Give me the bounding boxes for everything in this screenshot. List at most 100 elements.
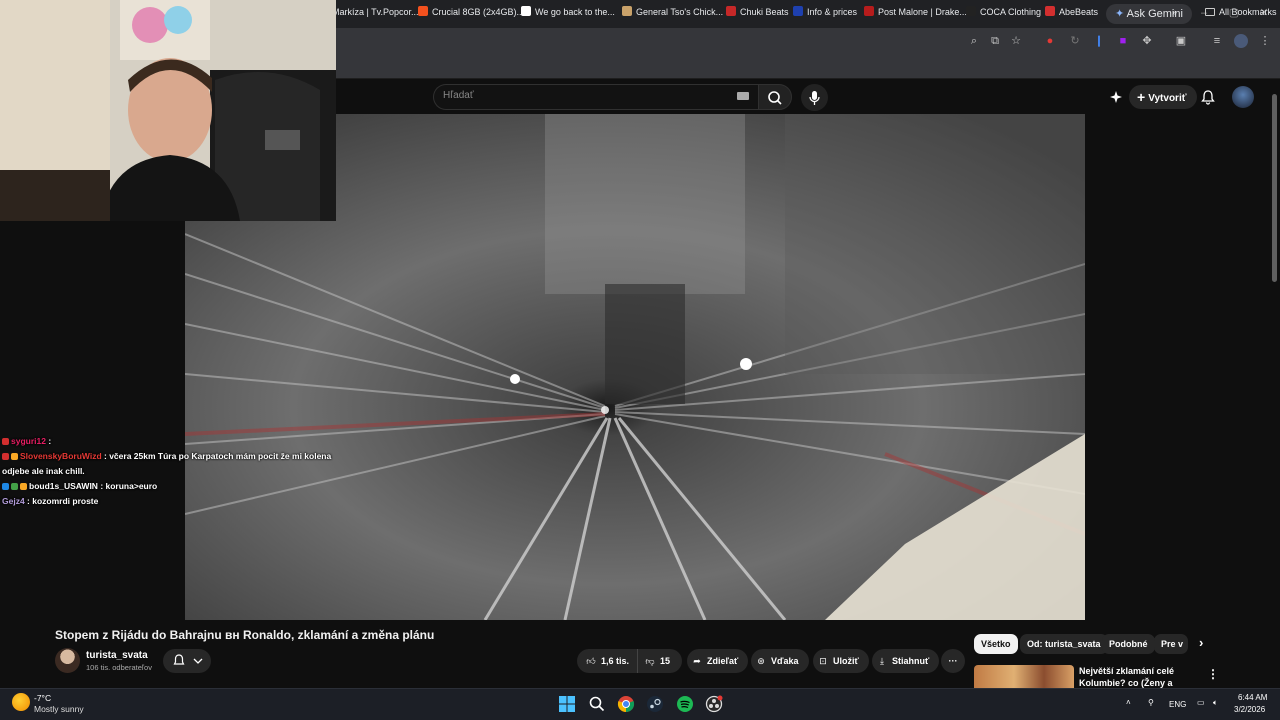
bookmark-favicon-icon <box>1045 6 1055 16</box>
gemini-sparkle-icon: ✦ <box>1115 8 1127 20</box>
sidepanel-icon[interactable]: ▣ <box>1174 34 1188 48</box>
clock-date[interactable]: 3/2/2026 <box>1234 705 1265 714</box>
bookmark-item[interactable]: AbeBeats <box>1045 5 1098 19</box>
bookmark-favicon-icon <box>793 6 803 16</box>
bookmark-item[interactable]: We go back to the... <box>521 5 615 19</box>
folder-icon <box>1205 8 1215 16</box>
network-icon[interactable]: ▭ <box>1197 698 1205 707</box>
tray-overflow-icon[interactable]: ˄ <box>1126 698 1131 707</box>
bookmark-item[interactable]: General Tso's Chick... <box>622 5 723 19</box>
dislike-button[interactable]: 👎︎ 15 <box>637 649 682 673</box>
share-icon: ➦ <box>693 656 701 666</box>
taskbar-search-icon[interactable] <box>588 695 606 713</box>
chat-text: kozomrdi proste <box>32 496 99 506</box>
bookmark-label: Crucial 8GB (2x4GB)... <box>432 7 525 17</box>
scrollbar-thumb[interactable] <box>1272 94 1277 282</box>
channel-subscribers: 106 tis. odberateľov <box>86 663 152 672</box>
streamer-webcam <box>0 0 336 221</box>
chat-badge-icon <box>2 453 9 460</box>
chat-username: SlovenskyBoruWizd <box>20 451 102 461</box>
weather-temperature[interactable]: -7°C <box>34 693 51 703</box>
search-button[interactable] <box>758 84 792 110</box>
create-button[interactable]: + Vytvoriť <box>1129 85 1197 109</box>
chat-badge-icon <box>2 483 9 490</box>
weather-sun-icon[interactable] <box>12 693 30 711</box>
thumbs-down-icon: 👎︎ <box>645 656 655 666</box>
bookmark-favicon-icon <box>966 6 976 16</box>
video-title: Stopem z Rijádu do Bahrajnu вн Ronaldo, … <box>55 628 435 642</box>
bookmark-favicon-icon <box>622 6 632 16</box>
zoom-icon[interactable]: ⌕ <box>967 34 981 48</box>
bookmark-item[interactable]: Crucial 8GB (2x4GB)... <box>418 5 524 19</box>
profile-avatar-icon[interactable] <box>1234 34 1248 48</box>
chat-badge-icon <box>2 438 9 445</box>
extension-blue-icon[interactable]: ❙ <box>1092 34 1106 48</box>
windows-start-icon[interactable] <box>558 695 576 713</box>
notifications-bell-icon[interactable] <box>1200 89 1216 105</box>
share-button[interactable]: ➦ Zdieľať <box>687 649 749 673</box>
search-icon <box>768 91 782 105</box>
chat-separator: : <box>45 436 52 446</box>
ask-gemini-button[interactable]: ✦ Ask Gemini <box>1106 4 1192 24</box>
plus-icon: + <box>1137 89 1146 105</box>
chat-username: boud1s_USAWIN <box>29 481 98 491</box>
media-control-icon[interactable]: ≡ <box>1210 34 1224 48</box>
steam-icon[interactable] <box>646 695 664 713</box>
weather-description[interactable]: Mostly sunny <box>34 704 84 714</box>
extension-purple-icon[interactable]: ■ <box>1116 34 1130 48</box>
extension-red-icon[interactable]: ● <box>1043 34 1057 48</box>
spotify-icon[interactable] <box>676 695 694 713</box>
obs-icon[interactable] <box>705 695 723 713</box>
language-indicator[interactable]: ENG <box>1169 700 1186 709</box>
menu-kebab-icon[interactable]: ⋮ <box>1258 34 1272 48</box>
bookmark-favicon-icon <box>864 6 874 16</box>
install-icon[interactable]: ⧉ <box>988 34 1002 48</box>
filter-chip[interactable]: Pre v <box>1154 634 1188 654</box>
save-button[interactable]: ⊡ Uložiť <box>813 649 869 673</box>
all-bookmarks-link[interactable]: All Bookmarks <box>1205 5 1277 19</box>
extensions-puzzle-icon[interactable]: ✥ <box>1140 34 1154 48</box>
voice-search-button[interactable] <box>801 84 828 111</box>
chat-badge-icon <box>11 483 18 490</box>
sparkle-icon[interactable] <box>1109 90 1123 104</box>
bookmark-star-icon[interactable]: ☆ <box>1009 34 1023 48</box>
bookmark-label: AbeBeats <box>1059 7 1099 17</box>
bookmark-favicon-icon <box>418 6 428 16</box>
bookmark-item[interactable]: Chuki Beats <box>726 5 789 19</box>
channel-name[interactable]: turista_svata <box>86 650 148 661</box>
chips-next-arrow-icon[interactable]: › <box>1192 634 1210 654</box>
download-button[interactable]: ⤓ Stiahnuť <box>872 649 940 673</box>
keyboard-icon[interactable] <box>737 92 749 100</box>
bookmark-favicon-icon <box>726 6 736 16</box>
filter-chip[interactable]: Podobné <box>1102 634 1155 654</box>
thanks-button[interactable]: ⊛ Vďaka <box>751 649 809 673</box>
bookmark-item[interactable]: Post Malone | Drake... <box>864 5 967 19</box>
chat-separator: : <box>97 481 106 491</box>
more-actions-button[interactable]: ··· <box>941 649 965 673</box>
recommended-thumbnail[interactable] <box>974 665 1074 688</box>
bookmark-item[interactable]: Info & prices <box>793 5 857 19</box>
tray-location-icon[interactable]: ⚲ <box>1148 698 1154 707</box>
clock-time[interactable]: 6:44 AM <box>1238 693 1267 702</box>
notification-bell-button[interactable] <box>163 649 211 673</box>
bookmark-item[interactable]: COCA Clothing <box>966 5 1041 19</box>
thanks-icon: ⊛ <box>757 656 765 666</box>
volume-icon[interactable]: 🔈︎ <box>1213 698 1218 708</box>
chrome-icon[interactable] <box>617 695 635 713</box>
recommended-menu-icon[interactable]: ⋮ <box>1200 664 1226 684</box>
extension-arrow-icon[interactable]: ↻ <box>1068 34 1082 48</box>
bookmark-label: We go back to the... <box>535 7 615 17</box>
bookmarks-overflow-icon[interactable]: » <box>1172 5 1177 19</box>
bookmark-label: Chuki Beats <box>740 7 789 17</box>
chat-message: syguri12 : <box>2 434 332 449</box>
chat-username: syguri12 <box>11 436 46 446</box>
search-input[interactable] <box>433 84 758 110</box>
chat-overlay: syguri12 : SlovenskyBoruWizd : včera 25k… <box>2 434 332 509</box>
channel-avatar[interactable] <box>55 648 80 673</box>
filter-chip[interactable]: Všetko <box>974 634 1018 654</box>
account-avatar[interactable] <box>1232 86 1254 108</box>
chat-username: Gejz4 <box>2 496 25 506</box>
filter-chip[interactable]: Od: turista_svata <box>1020 634 1108 654</box>
bookmark-label: Post Malone | Drake... <box>878 7 967 17</box>
bookmark-label: COCA Clothing <box>980 7 1042 17</box>
